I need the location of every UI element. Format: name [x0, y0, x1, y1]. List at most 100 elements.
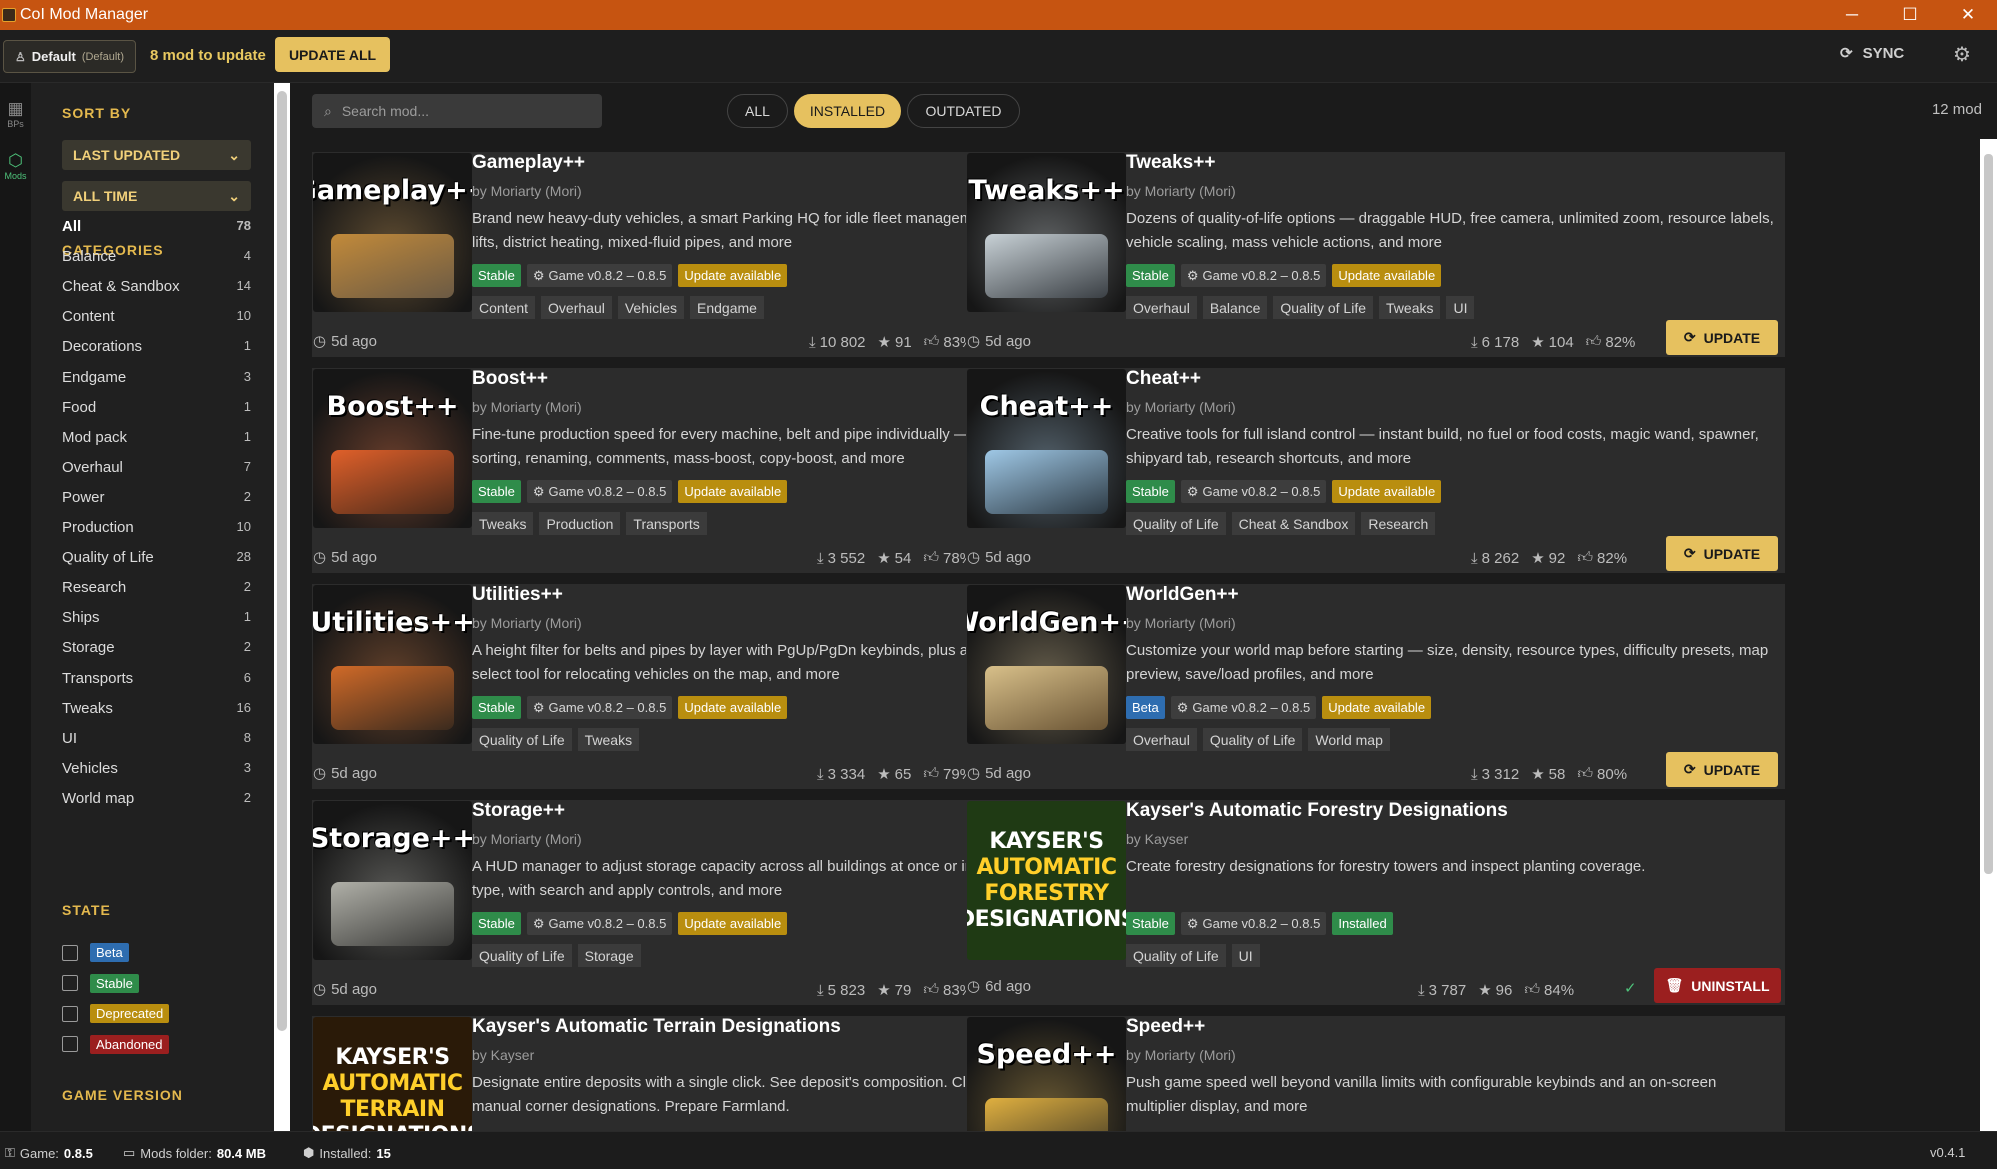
category-food[interactable]: Food 1	[62, 399, 251, 416]
nav-rail: ▦ BPs ⬡ Mods	[0, 83, 31, 1131]
category-decorations[interactable]: Decorations 1	[62, 338, 251, 355]
category-all[interactable]: All 78	[62, 218, 251, 235]
stars-stat: ★ 96	[1478, 981, 1512, 1000]
category-label: UI	[62, 729, 77, 747]
downloads-value: 3 334	[827, 765, 866, 783]
game-version-badge: ⚙ Game v0.8.2 – 0.8.5	[1180, 264, 1327, 287]
category-tweaks[interactable]: Tweaks 16	[62, 700, 251, 717]
update-all-button[interactable]: UPDATE ALL	[275, 37, 390, 72]
category-vehicles[interactable]: Vehicles 3	[62, 760, 251, 777]
rail-blueprints[interactable]: ▦ BPs	[0, 99, 31, 129]
mod-name[interactable]: WorldGen++	[1126, 584, 1239, 606]
mod-stats: ⤓ 6 178 ★ 104 👍︎ 82%	[1471, 333, 1635, 351]
filter-all[interactable]: ALL	[727, 94, 788, 128]
main-scrollbar[interactable]	[1980, 139, 1997, 1131]
category-power[interactable]: Power 2	[62, 489, 251, 506]
mod-name[interactable]: Gameplay++	[472, 152, 585, 174]
category-endgame[interactable]: Endgame 3	[62, 369, 251, 386]
tag: Production	[539, 512, 621, 535]
state-filter-stable[interactable]: Stable	[62, 973, 139, 993]
category-balance[interactable]: Balance 4	[62, 248, 251, 265]
mod-name[interactable]: Tweaks++	[1126, 152, 1215, 174]
category-count: 3	[243, 368, 251, 384]
category-content[interactable]: Content 10	[62, 308, 251, 325]
mod-card[interactable]: Speed++ Speed++ by Moriarty (Mori) Push gam…	[966, 1016, 1785, 1131]
category-ui[interactable]: UI 8	[62, 730, 251, 747]
maximize-icon[interactable]: ☐	[1881, 0, 1939, 30]
filter-installed[interactable]: INSTALLED	[794, 94, 901, 128]
mod-author: by Moriarty (Mori)	[472, 831, 582, 847]
downloads-value: 3 787	[1428, 981, 1467, 999]
mod-description: Push game speed well beyond vanilla limi…	[1126, 1074, 1717, 1115]
likes-value: 82%	[1605, 333, 1636, 351]
checkbox[interactable]	[62, 975, 78, 991]
uninstall-button[interactable]: 🗑︎ UNINSTALL	[1654, 968, 1781, 1003]
downloads-stat: ⤓ 3 552	[817, 549, 865, 567]
mod-name[interactable]: Speed++	[1126, 1016, 1205, 1038]
mod-name[interactable]: Utilities++	[472, 584, 563, 606]
gear-icon[interactable]: ⚙	[1953, 42, 1971, 67]
checkbox[interactable]	[62, 1036, 78, 1052]
checkbox[interactable]	[62, 944, 78, 961]
gear-icon: ⚙	[532, 699, 545, 715]
category-mod-pack[interactable]: Mod pack 1	[62, 429, 251, 446]
search-input[interactable]: ⌕ Search mod...	[312, 94, 602, 128]
state-filter-beta[interactable]: Beta	[62, 943, 129, 962]
mod-card[interactable]: KAYSER'SAUTOMATICFORESTRYDESIGNATIONSKay…	[966, 800, 1785, 1005]
category-overhaul[interactable]: Overhaul 7	[62, 459, 251, 476]
mods-folder-status[interactable]: ▭ Mods folder: 80.4 MB	[123, 1145, 266, 1161]
state-filter-abandoned[interactable]: Abandoned	[62, 1034, 169, 1054]
state-badge: Stable	[472, 912, 521, 935]
status-bar: ⚿ Game: 0.8.5 ▭ Mods folder: 80.4 MB ⬢ I…	[0, 1131, 1997, 1169]
update-button[interactable]: ⟳ UPDATE	[1666, 752, 1778, 787]
mod-stats: ⤓ 3 334 ★ 65 👍︎ 79%	[817, 765, 973, 783]
minimize-icon[interactable]: ─	[1823, 0, 1881, 30]
category-count: 10	[236, 519, 251, 534]
rail-mods[interactable]: ⬡ Mods	[0, 151, 31, 181]
state-badge: Stable	[1126, 264, 1175, 287]
mod-card[interactable]: WorldGen++WorldGen++by Moriarty (Mori)Cu…	[966, 584, 1785, 789]
checkbox[interactable]	[62, 1005, 78, 1022]
update-label: UPDATE	[1703, 329, 1761, 346]
state-filter-deprecated[interactable]: Deprecated	[62, 1004, 170, 1023]
star-icon: ★	[1478, 982, 1492, 999]
sync-button[interactable]: ⟳ SYNC	[1840, 44, 1904, 63]
mod-name[interactable]: Cheat++	[1126, 368, 1201, 390]
status-badge: Update available	[678, 264, 788, 287]
sort-dropdown[interactable]: LAST UPDATED ⌄	[62, 140, 251, 170]
thumbs-up-icon: 👍︎	[923, 549, 940, 566]
category-world-map[interactable]: World map 2	[62, 790, 251, 807]
category-cheat-sandbox[interactable]: Cheat & Sandbox 14	[62, 278, 251, 295]
mod-name[interactable]: Storage++	[472, 800, 565, 822]
update-button[interactable]: ⟳ UPDATE	[1666, 536, 1778, 571]
logo-line: DESIGNATIONS	[313, 1123, 472, 1132]
tag: Tweaks	[1379, 296, 1441, 319]
mod-name[interactable]: Kayser's Automatic Terrain Designations	[472, 1016, 841, 1038]
tag: Transports	[626, 512, 707, 535]
category-ships[interactable]: Ships 1	[62, 609, 251, 626]
category-label: Quality of Life	[62, 549, 154, 567]
mod-name[interactable]: Boost++	[472, 368, 548, 390]
filter-outdated[interactable]: OUTDATED	[907, 94, 1020, 128]
updated-ago: ◷ 6d ago	[967, 977, 1031, 996]
update-button[interactable]: ⟳ UPDATE	[1666, 320, 1778, 355]
mod-card[interactable]: Tweaks++ Tweaks++ by Moriarty (Mori) Dozens…	[966, 152, 1785, 357]
sidebar-scrollbar[interactable]	[274, 83, 290, 1131]
game-icon: ⚿	[5, 1145, 15, 1160]
sidebar: SORT BY LAST UPDATED ⌄ ALL TIME ⌄ CATEGO…	[31, 83, 274, 1131]
profile-selector[interactable]: ♙ Default (Default)	[3, 40, 137, 73]
category-label: Research	[62, 579, 127, 597]
mod-name[interactable]: Kayser's Automatic Forestry Designations	[1126, 800, 1508, 822]
installed-check-icon: ✓	[1624, 980, 1637, 997]
category-production[interactable]: Production 10	[62, 519, 251, 536]
category-quality-of-life[interactable]: Quality of Life 28	[62, 549, 251, 566]
category-transports[interactable]: Transports 6	[62, 670, 251, 687]
category-storage[interactable]: Storage 2	[62, 639, 251, 656]
close-icon[interactable]: ✕	[1939, 0, 1997, 30]
mod-card[interactable]: Cheat++ Cheat++ by Moriarty (Mori) Creative…	[966, 368, 1785, 573]
category-label: Content	[62, 308, 115, 326]
rail-blueprints-label: BPs	[7, 119, 24, 129]
tag: Vehicles	[617, 296, 685, 319]
time-dropdown[interactable]: ALL TIME ⌄	[62, 181, 251, 211]
category-research[interactable]: Research 2	[62, 579, 251, 596]
